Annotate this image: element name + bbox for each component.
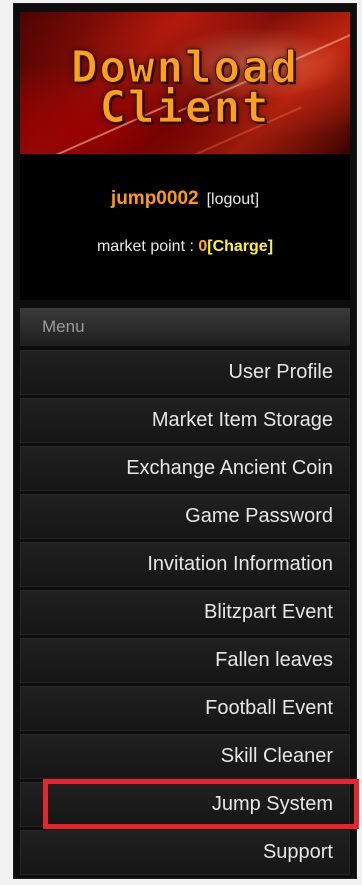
- menu-item-exchange-ancient-coin[interactable]: Exchange Ancient Coin: [20, 446, 350, 491]
- user-line: jump0002 [logout]: [20, 188, 350, 210]
- menu-item-skill-cleaner[interactable]: Skill Cleaner: [20, 734, 350, 779]
- logout-link[interactable]: [logout]: [207, 191, 259, 208]
- market-point-line: market point : 0[Charge]: [20, 238, 350, 256]
- charge-link[interactable]: [Charge]: [207, 238, 273, 255]
- banner-title-line2: Client: [99, 82, 271, 133]
- market-point-value: 0: [198, 238, 208, 255]
- menu-item-blitzpart-event[interactable]: Blitzpart Event: [20, 590, 350, 635]
- menu-item-football-event[interactable]: Football Event: [20, 686, 350, 731]
- sidebar-panel: Download Client jump0002 [logout] market …: [14, 4, 359, 878]
- menu-item-jump-system[interactable]: Jump System: [20, 779, 359, 829]
- username: jump0002: [110, 188, 199, 209]
- download-client-banner[interactable]: Download Client: [20, 12, 350, 154]
- menu-item-fallen-leaves[interactable]: Fallen leaves: [20, 638, 350, 683]
- user-info-box: jump0002 [logout] market point : 0[Charge…: [20, 154, 350, 300]
- menu-list: User Profile Market Item Storage Exchange …: [20, 350, 359, 878]
- menu-item-user-profile[interactable]: User Profile: [20, 350, 350, 395]
- market-point-label: market point :: [96, 238, 199, 255]
- menu-item-invitation-information[interactable]: Invitation Information: [20, 542, 350, 587]
- menu-header: Menu: [20, 308, 350, 346]
- menu-item-game-password[interactable]: Game Password: [20, 494, 350, 539]
- menu-item-support[interactable]: Support: [20, 830, 350, 875]
- menu-item-market-item-storage[interactable]: Market Item Storage: [20, 398, 350, 443]
